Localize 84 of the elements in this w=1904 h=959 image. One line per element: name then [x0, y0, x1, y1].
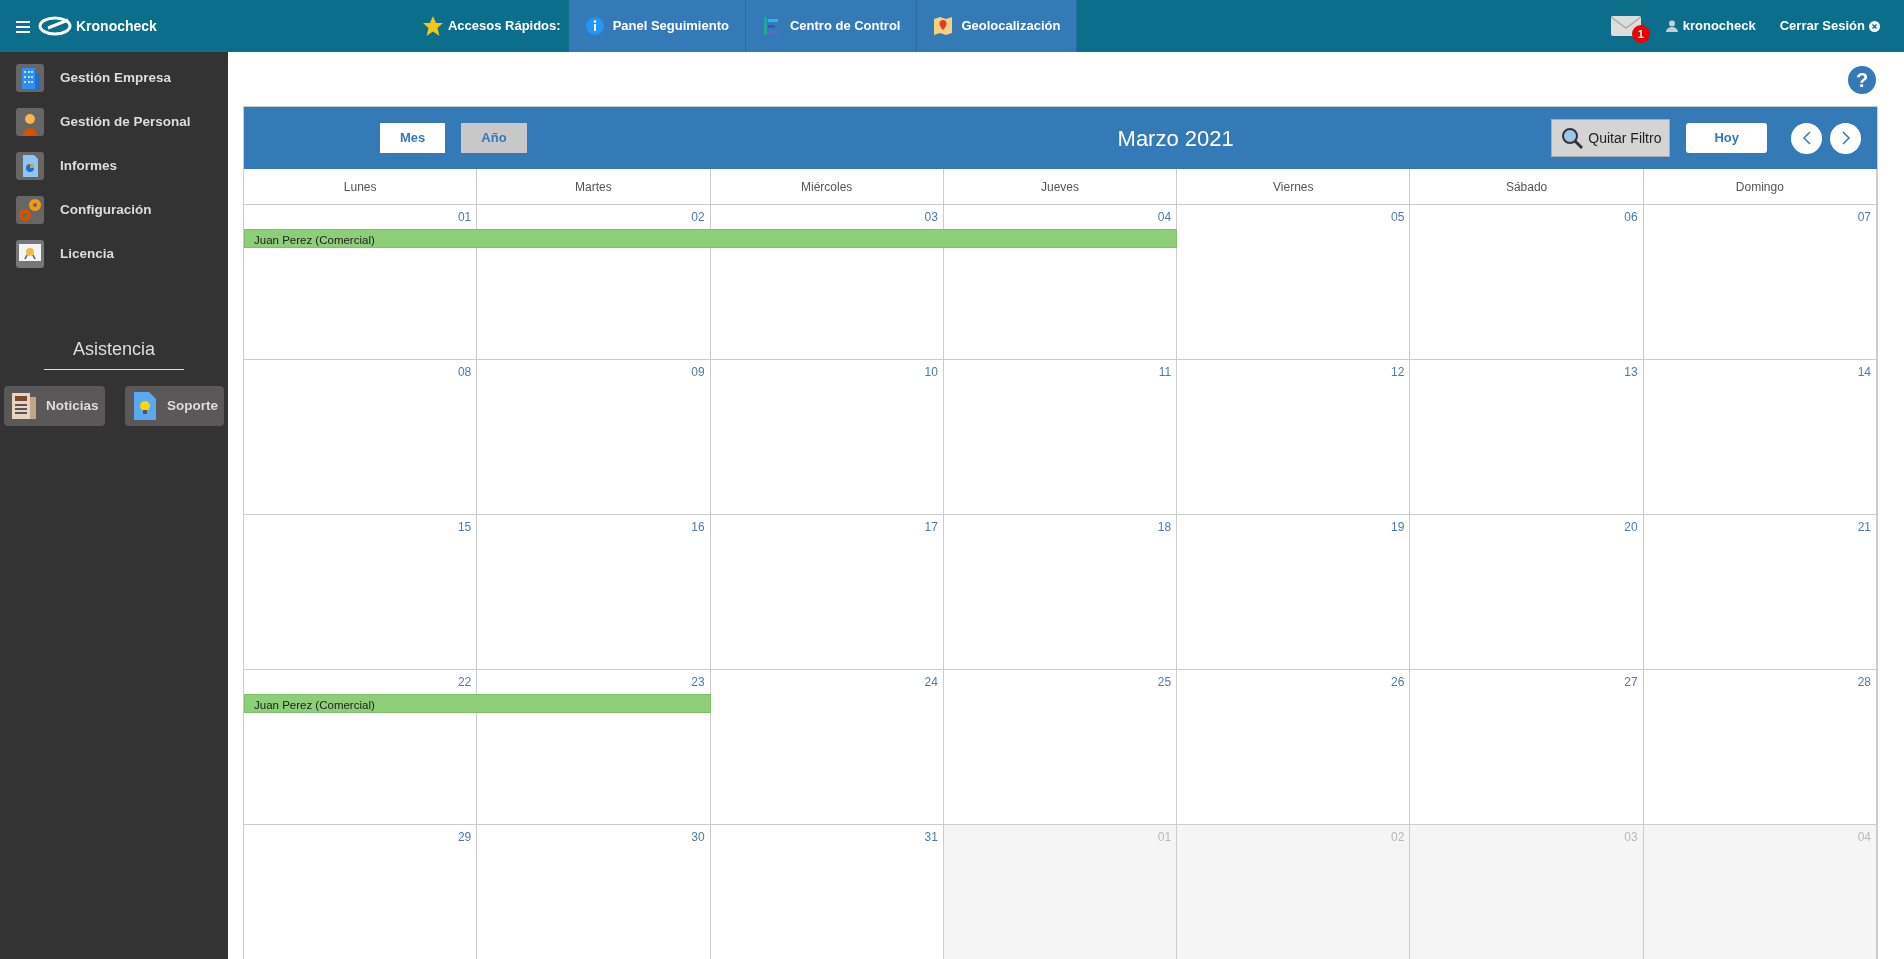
certificate-icon [16, 240, 44, 268]
sidebar-item[interactable]: Gestión de Personal [0, 100, 228, 144]
calendar-event[interactable]: Juan Perez (Comercial) [244, 694, 711, 713]
day-number: 02 [1390, 829, 1406, 846]
map-icon [933, 16, 954, 36]
calendar-event[interactable]: Juan Perez (Comercial) [244, 229, 1178, 248]
today-button[interactable]: Hoy [1686, 123, 1767, 153]
weekday-header: Miércoles [801, 178, 853, 196]
day-number: 31 [923, 829, 939, 846]
search-icon [1560, 126, 1585, 150]
weekday-header: Lunes [343, 178, 377, 196]
user-name: kronocheck [1682, 17, 1756, 36]
logout-link[interactable]: Cerrar Sesión [1779, 16, 1880, 36]
chevron-left-icon [1801, 131, 1812, 145]
user-icon [1665, 20, 1678, 32]
day-number: 13 [1623, 364, 1639, 381]
day-number: 25 [1156, 674, 1173, 691]
lightbulb-icon [131, 391, 159, 421]
close-icon [1869, 20, 1880, 32]
newspaper-icon [10, 391, 38, 421]
day-number: 07 [1856, 209, 1872, 226]
quick-link[interactable]: Centro de Control [745, 0, 918, 52]
next-button[interactable] [1830, 122, 1861, 154]
day-number: 21 [1856, 519, 1872, 536]
quick-link[interactable]: Geolocalización [917, 0, 1078, 52]
day-number: 19 [1390, 519, 1406, 536]
quick-access-label: Accesos Rápidos: [447, 17, 561, 36]
day-number: 16 [690, 519, 706, 536]
day-number: 01 [1156, 829, 1173, 846]
day-number: 01 [456, 209, 473, 226]
assist-button[interactable]: Soporte [125, 386, 224, 426]
brand-name: Kronocheck [76, 16, 157, 36]
day-number: 27 [1623, 674, 1639, 691]
logo-icon [38, 16, 72, 36]
weekday-header: Martes [575, 178, 612, 196]
day-number: 10 [923, 364, 939, 381]
day-number: 26 [1390, 674, 1406, 691]
sidebar-item[interactable]: Configuración [0, 188, 228, 232]
day-number: 28 [1856, 674, 1872, 691]
day-number: 17 [923, 519, 939, 536]
day-number: 22 [456, 674, 473, 691]
day-number: 03 [923, 209, 939, 226]
report-icon [16, 152, 44, 180]
day-number: 11 [1157, 364, 1173, 381]
section-title: Asistencia [44, 336, 184, 370]
day-number: 12 [1390, 364, 1406, 381]
previous-button[interactable] [1791, 122, 1822, 154]
day-number: 04 [1856, 829, 1872, 846]
day-number: 24 [923, 674, 939, 691]
quick-link[interactable]: Panel Seguimiento [568, 0, 746, 52]
weekday-header: Jueves [1040, 178, 1079, 196]
day-number: 03 [1623, 829, 1639, 846]
assist-button[interactable]: Noticias [4, 386, 105, 426]
gears-icon [16, 196, 44, 224]
star-icon [421, 15, 444, 37]
calendar-title: Marzo 2021 [1117, 125, 1234, 151]
building-icon [16, 64, 44, 92]
day-number: 06 [1623, 209, 1639, 226]
sidebar-item[interactable]: Informes [0, 144, 228, 188]
sidebar-item[interactable]: Licencia [0, 232, 228, 276]
mail-icon [1609, 15, 1642, 37]
day-number: 02 [690, 209, 706, 226]
weekday-header: Sábado [1505, 178, 1548, 196]
day-number: 23 [690, 674, 706, 691]
day-number: 14 [1856, 364, 1872, 381]
sidebar-item[interactable]: Gestión Empresa [0, 56, 228, 100]
day-number: 20 [1623, 519, 1639, 536]
day-number: 29 [456, 829, 473, 846]
day-number: 30 [690, 829, 706, 846]
weekday-header: Viernes [1273, 178, 1314, 196]
view-tab[interactable]: Mes [380, 123, 446, 153]
day-number: 18 [1156, 519, 1173, 536]
weekday-header: Domingo [1735, 178, 1784, 196]
info-icon [584, 16, 605, 36]
day-number: 15 [456, 519, 473, 536]
filter-button[interactable]: Quitar Filtro [1551, 119, 1671, 157]
day-number: 09 [690, 364, 706, 381]
help-icon[interactable]: ? [1848, 66, 1876, 94]
person-icon [16, 108, 44, 136]
day-number: 05 [1390, 209, 1406, 226]
day-number: 04 [1156, 209, 1173, 226]
chevron-right-icon [1840, 131, 1851, 145]
menu-icon [16, 20, 30, 33]
day-number: 08 [456, 364, 473, 381]
